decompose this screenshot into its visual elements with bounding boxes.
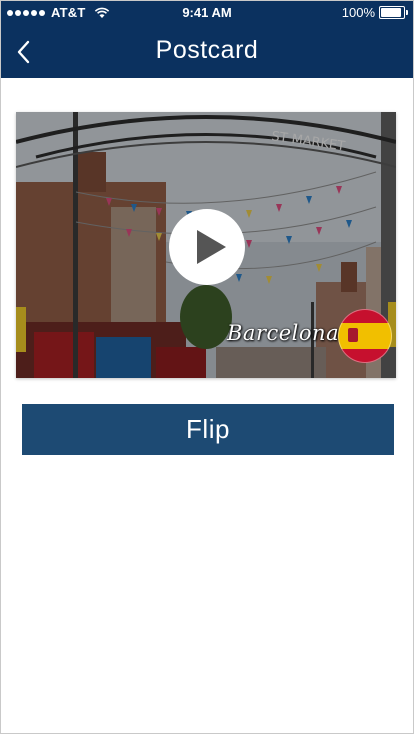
status-bar: AT&T 9:41 AM 100%	[1, 1, 413, 23]
spain-flag-icon	[338, 309, 392, 363]
nav-header: AT&T 9:41 AM 100% Postcard	[1, 1, 413, 78]
play-icon	[197, 230, 226, 264]
postcard-caption: Barcelona	[227, 321, 340, 345]
play-button[interactable]	[169, 209, 245, 285]
app-frame: AT&T 9:41 AM 100% Postcard ST MARKET Bar…	[0, 0, 414, 734]
page-title: Postcard	[155, 36, 259, 64]
battery-percent: 100%	[341, 5, 375, 20]
flip-button[interactable]: Flip	[22, 404, 394, 455]
battery-icon	[379, 6, 408, 19]
status-right: 100%	[341, 5, 408, 20]
